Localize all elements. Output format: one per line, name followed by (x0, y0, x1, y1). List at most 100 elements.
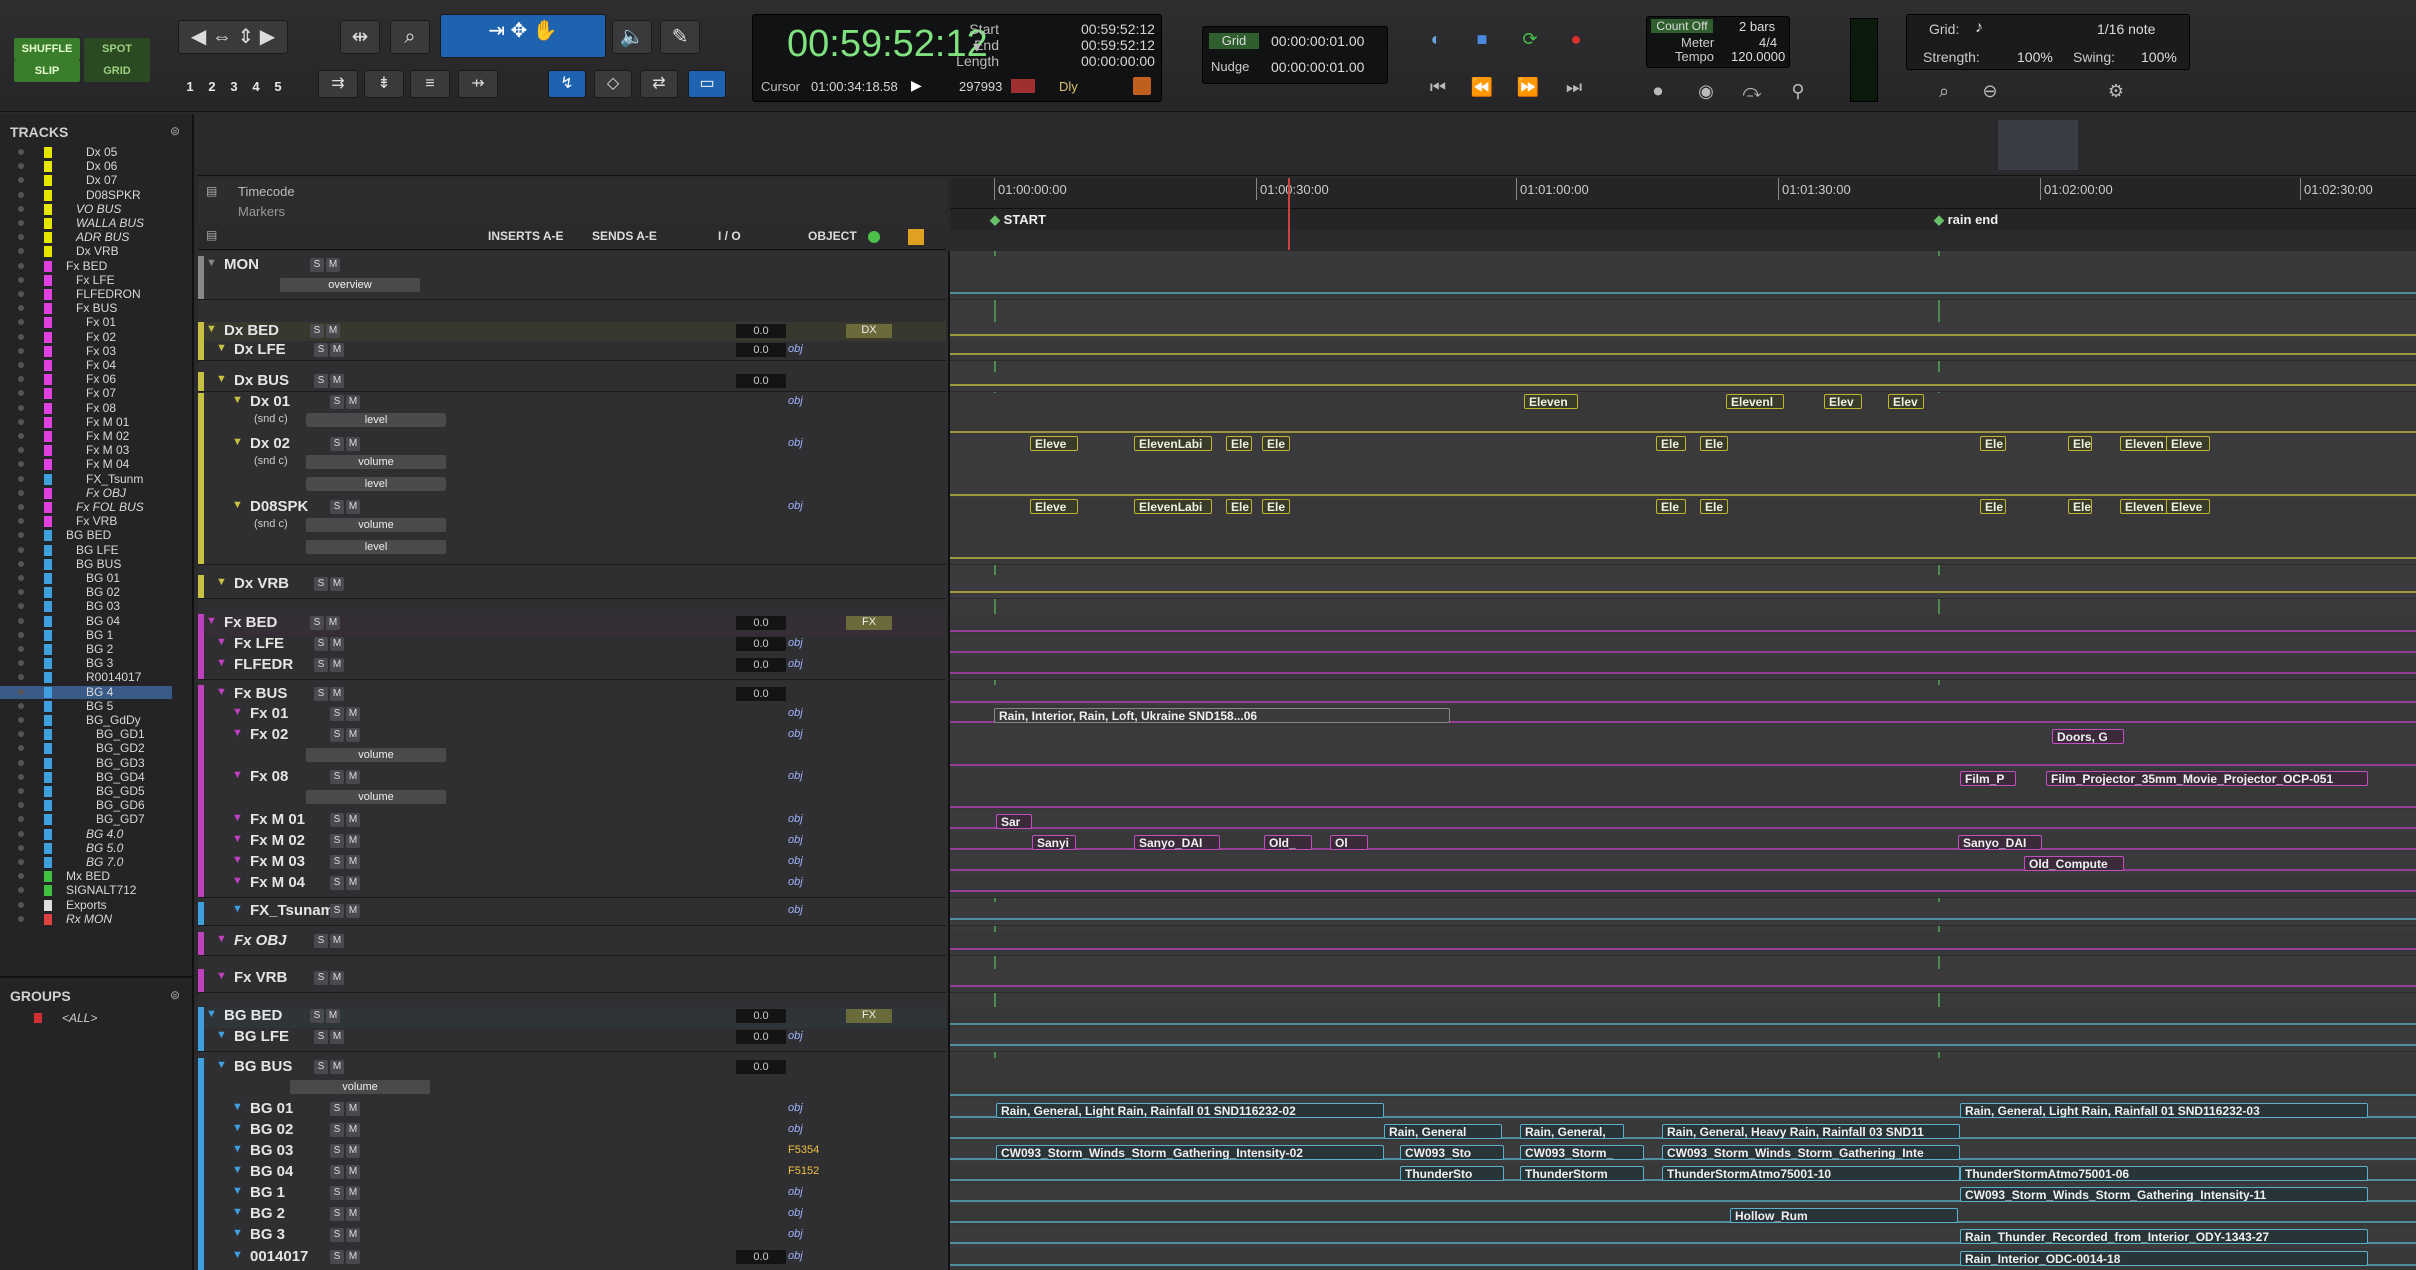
sidebar-track-item[interactable]: BG_GdDy (0, 714, 172, 727)
expand-chevron-icon[interactable]: ▼ (232, 833, 243, 845)
object-toggle[interactable]: obj (788, 500, 824, 514)
track-name[interactable]: BG 1 (250, 1184, 285, 1201)
audio-clip[interactable]: Old_ (1264, 835, 1312, 850)
sidebar-track-item[interactable]: BG 04 (0, 614, 172, 628)
object-toggle[interactable]: obj (788, 1102, 824, 1116)
show-hide-dot[interactable] (18, 404, 24, 411)
output-selector[interactable]: FX (846, 1009, 892, 1023)
sidebar-track-item[interactable]: BG_GD7 (0, 813, 172, 826)
show-hide-dot[interactable] (18, 717, 24, 723)
zoomer-tool-icon[interactable]: ⇹ (340, 20, 380, 54)
grid-mode-button[interactable]: GRID (84, 60, 150, 82)
expand-chevron-icon[interactable]: ▼ (206, 323, 217, 335)
fast-forward-icon[interactable]: ⏩ (1510, 72, 1546, 102)
sidebar-track-item[interactable]: D08SPKR (0, 188, 172, 202)
tempo-value[interactable]: 120.0000 (1731, 49, 1785, 64)
sidebar-track-item[interactable]: SIGNALT712 (0, 884, 172, 897)
show-hide-dot[interactable] (18, 291, 24, 297)
track-name[interactable]: FLFEDR (234, 656, 293, 673)
settings-gear-icon[interactable]: ⚙ (2098, 76, 2134, 106)
audio-clip[interactable]: Sanyo_DAI (1958, 835, 2042, 850)
main-counter[interactable]: 00:59:52:12 ▾ Start End Length 00:59:52:… (752, 14, 1162, 102)
show-hide-dot[interactable] (18, 489, 24, 496)
track-name[interactable]: Dx 01 (250, 393, 290, 410)
swing-value[interactable]: 100% (2141, 49, 2177, 65)
mute-button[interactable]: M (330, 687, 344, 701)
sidebar-track-item[interactable]: Fx 02 (0, 330, 172, 344)
mute-button[interactable]: M (346, 813, 360, 827)
solo-button[interactable]: S (330, 1207, 344, 1221)
automation-lane-selector[interactable]: level (306, 477, 446, 491)
show-hide-dot[interactable] (18, 475, 24, 482)
track-name[interactable]: Dx BED (224, 322, 279, 339)
track-name[interactable]: Fx BED (224, 614, 277, 631)
expand-chevron-icon[interactable]: ▼ (232, 436, 243, 448)
track-name[interactable]: BG 3 (250, 1226, 285, 1243)
expand-chevron-icon[interactable]: ▼ (232, 1122, 243, 1134)
show-hide-dot[interactable] (18, 305, 24, 312)
object-toggle[interactable]: obj (788, 876, 824, 890)
audio-clip[interactable]: Ele (1262, 499, 1290, 514)
audio-clip[interactable]: Ele (2068, 436, 2092, 451)
show-hide-dot[interactable] (18, 390, 24, 397)
io-column-header[interactable]: I / O (718, 229, 741, 243)
show-hide-dot[interactable] (18, 163, 24, 170)
show-hide-dot[interactable] (18, 859, 24, 865)
end-value[interactable]: 00:59:52:12 (1081, 37, 1155, 53)
track-name[interactable]: Fx BUS (234, 685, 287, 702)
show-hide-dot[interactable] (18, 915, 24, 922)
audio-clip[interactable]: Ele (1980, 436, 2006, 451)
sidebar-track-item[interactable]: ADR BUS (0, 231, 172, 244)
insertion-follows-icon[interactable]: ⇸ (458, 70, 498, 98)
show-hide-dot[interactable] (18, 276, 24, 283)
edit-tool-icon[interactable]: ⇉ (318, 70, 358, 98)
tracks-menu-icon[interactable]: ⊜ (170, 124, 180, 138)
show-hide-dot[interactable] (18, 418, 24, 425)
audio-clip[interactable]: Elev (1888, 394, 1924, 409)
grid-value[interactable]: 00:00:00:01.00 (1271, 33, 1364, 49)
track-header[interactable]: ▼ Dx VRB S M (198, 575, 946, 599)
sidebar-track-item[interactable]: Dx 06 (0, 160, 172, 173)
track-header[interactable]: ▼ D08SPK S Mobj (snd c) volume level (198, 498, 946, 565)
object-toggle[interactable]: obj (788, 707, 824, 721)
object-toggle[interactable]: obj (788, 1186, 824, 1200)
expand-chevron-icon[interactable]: ▼ (206, 615, 217, 627)
show-hide-dot[interactable] (18, 901, 24, 908)
metronome-icon[interactable]: ⚲ (1780, 76, 1816, 106)
track-name[interactable]: BG 04 (250, 1163, 293, 1180)
track-header[interactable]: ▼ Fx M 04 S Mobj (198, 874, 946, 898)
track-name[interactable]: Dx BUS (234, 372, 289, 389)
audio-clip[interactable]: Ele (2068, 499, 2092, 514)
sidebar-track-item[interactable]: Fx M 01 (0, 415, 172, 429)
mute-button[interactable]: M (346, 1165, 360, 1179)
expand-chevron-icon[interactable]: ▼ (232, 499, 243, 511)
sidebar-track-item[interactable]: BG BUS (0, 557, 172, 571)
object-toggle[interactable]: obj (788, 343, 824, 357)
show-hide-dot[interactable] (18, 532, 24, 539)
mute-button[interactable]: M (330, 934, 344, 948)
mute-button[interactable]: M (330, 658, 344, 672)
show-hide-dot[interactable] (18, 362, 24, 368)
mute-button[interactable]: M (346, 500, 360, 514)
sidebar-track-item[interactable]: Fx 04 (0, 359, 172, 372)
show-hide-dot[interactable] (18, 773, 24, 780)
show-hide-dot[interactable] (18, 518, 24, 525)
zoom-out-icon[interactable]: ⊖ (1972, 76, 2008, 106)
solo-button[interactable]: S (330, 395, 344, 409)
audio-clip[interactable]: Ele (1700, 499, 1728, 514)
automation-view-selector[interactable]: overview (280, 278, 420, 292)
sidebar-track-item[interactable]: Fx OBJ (0, 486, 172, 500)
expand-chevron-icon[interactable]: ▼ (216, 342, 227, 354)
object-toggle[interactable]: obj (788, 834, 824, 848)
volume-readout[interactable]: 0.0 (736, 343, 786, 357)
track-header[interactable]: ▼ Dx LFE S M 0.0 obj (198, 341, 946, 361)
track-header[interactable]: ▼ Fx 08 S Mobj volume (198, 768, 946, 814)
track-name[interactable]: BG 02 (250, 1121, 293, 1138)
expand-chevron-icon[interactable]: ▼ (216, 576, 227, 588)
audio-clip[interactable]: Eleve (1030, 436, 1078, 451)
show-hide-dot[interactable] (18, 759, 24, 766)
nudge-value[interactable]: 00:00:00:01.00 (1271, 59, 1364, 75)
object-column-header[interactable]: OBJECT (808, 229, 857, 243)
object-toggle[interactable]: obj (788, 658, 824, 672)
show-hide-dot[interactable] (18, 674, 24, 681)
